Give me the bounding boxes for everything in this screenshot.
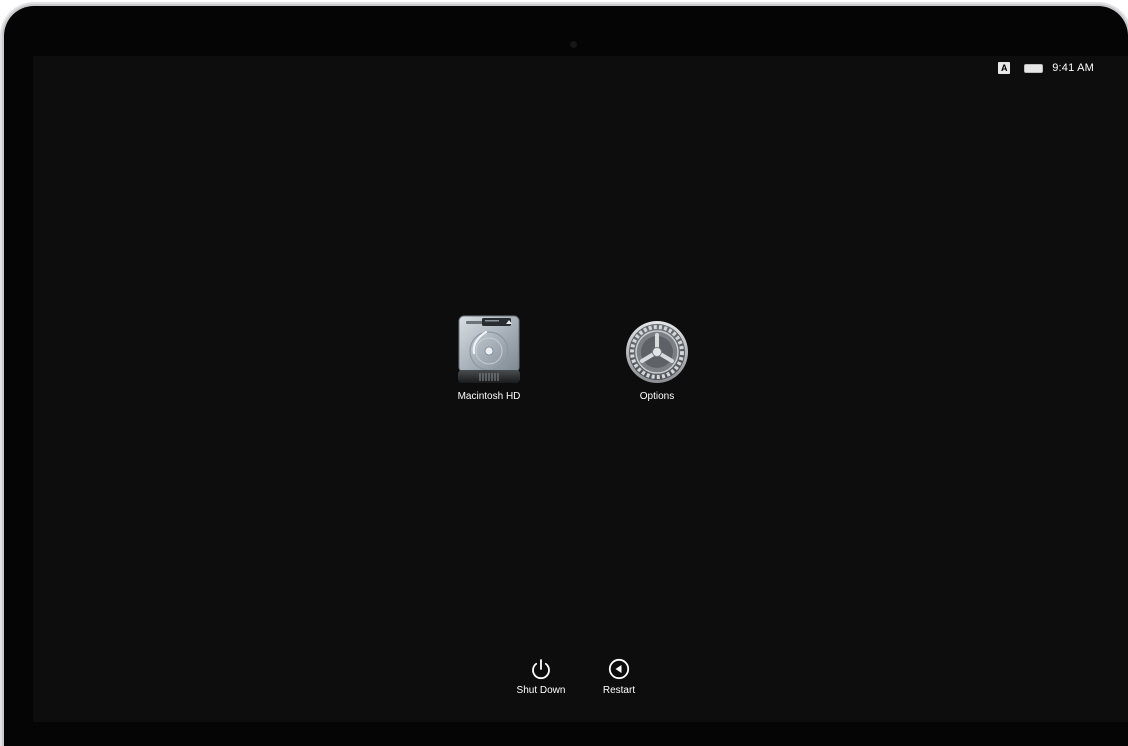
restart-label: Restart <box>602 685 636 696</box>
battery-icon <box>1024 63 1044 73</box>
gear-icon <box>626 321 688 383</box>
macintosh-hd-volume[interactable]: Macintosh HD <box>429 315 549 402</box>
input-source-badge[interactable]: A <box>998 62 1011 74</box>
options-label: Options <box>639 391 675 402</box>
power-icon <box>532 659 550 680</box>
startup-options-screen: A 9:41 AM Macintosh HD Options Shut Down… <box>33 56 1128 722</box>
options-item[interactable]: Options <box>597 320 717 402</box>
volume-label: Macintosh HD <box>457 391 521 402</box>
shut-down-button[interactable]: Shut Down <box>501 658 581 696</box>
clock: 9:41 AM <box>1052 62 1094 74</box>
restart-button[interactable]: Restart <box>579 658 659 696</box>
hard-drive-icon <box>458 315 520 383</box>
camera <box>570 41 577 48</box>
restart-icon <box>608 658 630 680</box>
status-bar: A 9:41 AM <box>998 61 1094 75</box>
shut-down-label: Shut Down <box>516 685 566 696</box>
